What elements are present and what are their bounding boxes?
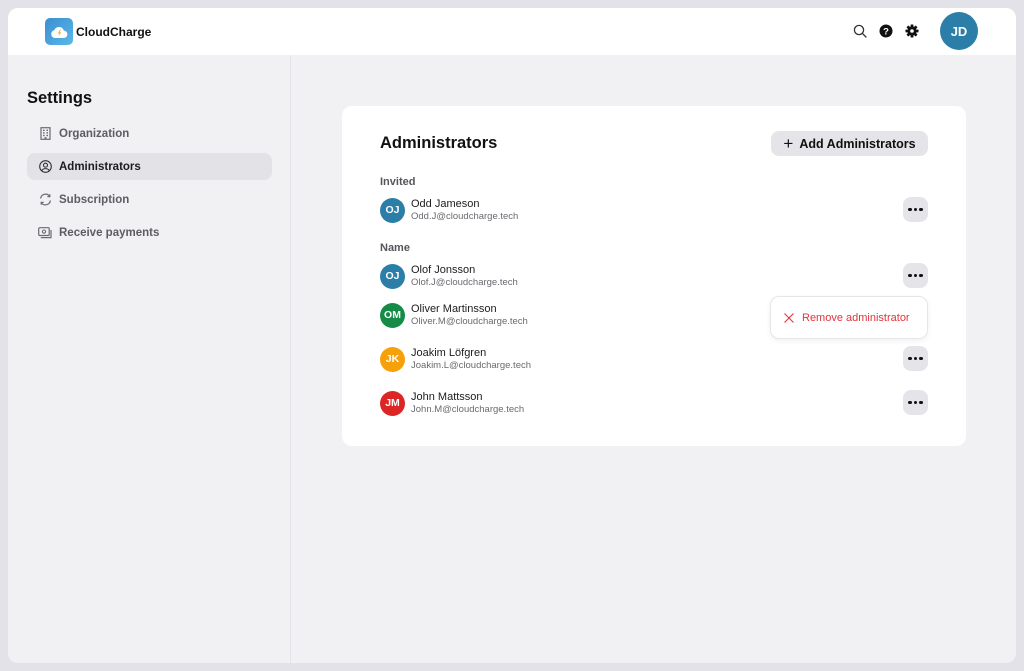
gear-icon[interactable] <box>902 21 922 41</box>
payment-icon <box>38 226 52 240</box>
admin-row: OJ Olof Jonsson Olof.J@cloudcharge.tech <box>380 263 928 289</box>
user-avatar[interactable]: JD <box>940 12 978 50</box>
avatar: OM <box>380 302 405 328</box>
more-options-button[interactable] <box>903 346 928 371</box>
more-icon <box>908 356 923 361</box>
more-options-button[interactable] <box>903 263 928 288</box>
person-email: Olof.J@cloudcharge.tech <box>411 276 518 288</box>
avatar: JM <box>380 390 405 416</box>
person-name: John Mattsson <box>411 390 483 403</box>
more-icon <box>908 207 923 212</box>
cloud-bolt-icon <box>45 18 73 45</box>
plus-icon: + <box>783 134 794 153</box>
remove-administrator-menu-item[interactable]: Remove administrator <box>770 296 928 339</box>
invited-section-label: Invited <box>380 176 416 188</box>
sidebar-title: Settings <box>27 89 93 107</box>
app-name: CloudCharge <box>76 24 152 39</box>
person-email: Odd.J@cloudcharge.tech <box>411 210 519 222</box>
person-email: John.M@cloudcharge.tech <box>411 403 525 415</box>
more-icon <box>908 273 923 278</box>
person-info: Olof Jonsson Olof.J@cloudcharge.tech <box>411 264 518 289</box>
add-administrators-label: Add Administrators <box>799 136 916 151</box>
app-window: CloudCharge ? JD Settings Organization A… <box>8 8 1016 663</box>
person-name: Olof Jonsson <box>411 263 476 276</box>
top-bar: CloudCharge ? JD <box>8 8 1016 55</box>
person-info: John Mattsson John.M@cloudcharge.tech <box>411 391 524 416</box>
sidebar-item-receive-payments[interactable]: Receive payments <box>27 219 272 246</box>
close-icon <box>783 312 795 324</box>
sidebar-item-label: Receive payments <box>59 226 160 239</box>
refresh-icon <box>38 193 52 207</box>
remove-administrator-label: Remove administrator <box>802 311 910 324</box>
building-icon <box>38 127 52 141</box>
svg-text:?: ? <box>883 26 889 37</box>
person-email: Joakim.L@cloudcharge.tech <box>411 359 532 371</box>
logo[interactable]: CloudCharge <box>45 18 151 45</box>
members-section-label: Name <box>380 242 410 254</box>
more-options-button[interactable] <box>903 390 928 415</box>
avatar: JK <box>380 346 405 372</box>
person-info: Joakim Löfgren Joakim.L@cloudcharge.tech <box>411 347 531 372</box>
sidebar-item-subscription[interactable]: Subscription <box>27 186 272 213</box>
avatar: OJ <box>380 197 405 223</box>
sidebar-item-label: Organization <box>59 127 130 140</box>
avatar: OJ <box>380 263 405 289</box>
settings-sidebar: Settings Organization Administrators Sub… <box>8 55 291 663</box>
person-name: Oliver Martinsson <box>411 302 497 315</box>
user-circle-icon <box>38 160 52 174</box>
more-icon <box>908 400 923 405</box>
add-administrators-button[interactable]: + Add Administrators <box>771 131 928 156</box>
invited-row: OJ Odd Jameson Odd.J@cloudcharge.tech <box>380 197 928 223</box>
help-icon[interactable]: ? <box>876 21 896 41</box>
sidebar-item-label: Subscription <box>59 193 130 206</box>
person-email: Oliver.M@cloudcharge.tech <box>411 315 528 327</box>
person-name: Joakim Löfgren <box>411 346 487 359</box>
admin-row: JM John Mattsson John.M@cloudcharge.tech <box>380 390 928 416</box>
top-actions: ? JD <box>850 12 978 50</box>
person-info: Oliver Martinsson Oliver.M@cloudcharge.t… <box>411 303 528 328</box>
page-title: Administrators <box>380 134 498 152</box>
person-info: Odd Jameson Odd.J@cloudcharge.tech <box>411 198 518 223</box>
administrators-card: Administrators + Add Administrators Invi… <box>342 106 966 446</box>
sidebar-item-administrators[interactable]: Administrators <box>27 153 272 180</box>
sidebar-item-label: Administrators <box>59 160 141 173</box>
admin-row: JK Joakim Löfgren Joakim.L@cloudcharge.t… <box>380 346 928 372</box>
search-icon[interactable] <box>850 21 870 41</box>
sidebar-item-organization[interactable]: Organization <box>27 120 272 147</box>
person-name: Odd Jameson <box>411 197 480 210</box>
settings-nav: Organization Administrators Subscription… <box>27 120 272 252</box>
more-options-button[interactable] <box>903 197 928 222</box>
